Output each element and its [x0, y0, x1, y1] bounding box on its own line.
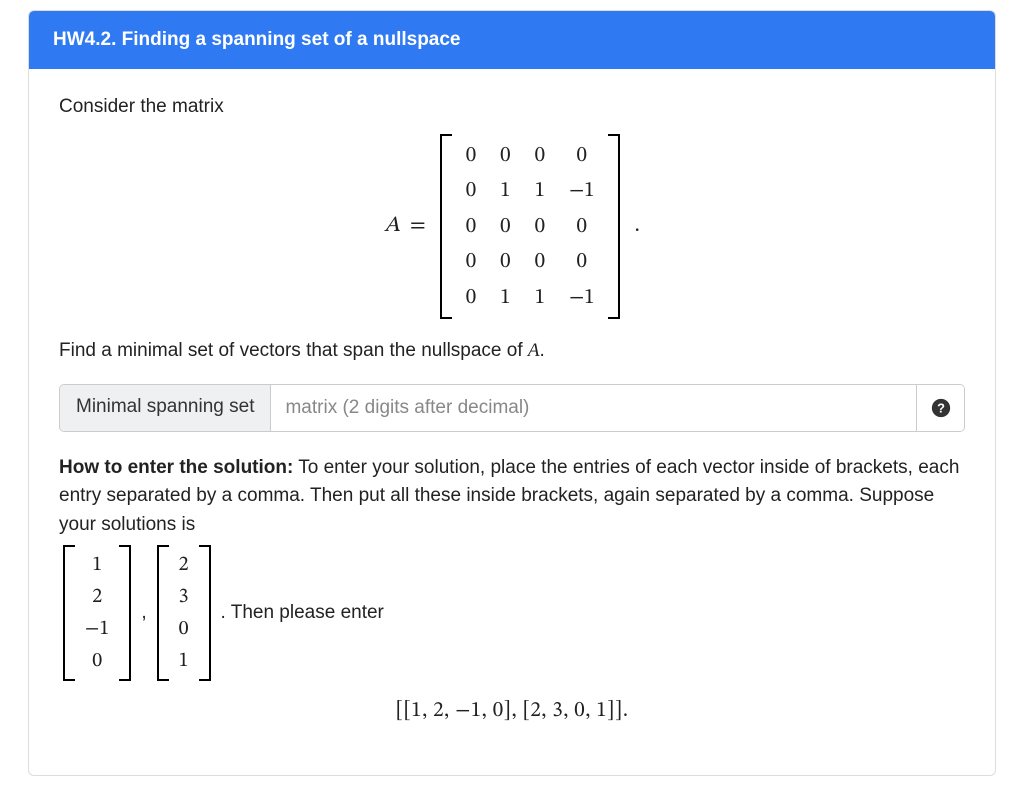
card-header: HW4.2. Finding a spanning set of a nulls… [29, 11, 995, 69]
card-body: Consider the matrix A = 0000 011−1 0000 … [29, 69, 995, 775]
instructions-tail: . Then please enter [221, 599, 384, 628]
vector-separator: , [141, 599, 146, 628]
answer-input-label: Minimal spanning set [60, 385, 271, 431]
matrix-A: 0000 011−1 0000 0000 011−1 [440, 134, 621, 320]
instructions: How to enter the solution: To enter your… [59, 454, 965, 727]
equals-sign: = [410, 210, 426, 243]
question-title: HW4.2. Finding a spanning set of a nulls… [53, 29, 461, 50]
example-vector-2: 2 3 0 1 [157, 545, 211, 681]
answer-input[interactable] [271, 385, 916, 431]
help-circle-icon: ? [930, 397, 952, 419]
intro-text: Consider the matrix [59, 93, 965, 122]
matrix-lhs: A [384, 210, 400, 243]
equation-period: . [634, 210, 639, 243]
answer-input-group: Minimal spanning set ? [59, 384, 965, 432]
example-entry: [[1, 2, −1, 0], [2, 3, 0, 1]]. [59, 695, 965, 727]
question-card: HW4.2. Finding a spanning set of a nulls… [28, 10, 996, 776]
example-vector-1: 1 2 −1 0 [63, 545, 131, 681]
help-button[interactable]: ? [916, 385, 964, 431]
prompt-text: Find a minimal set of vectors that span … [59, 337, 965, 366]
instructions-lead: How to enter the solution: [59, 457, 293, 478]
svg-text:?: ? [937, 400, 945, 415]
matrix-equation: A = 0000 011−1 0000 0000 011−1 . [59, 134, 965, 320]
